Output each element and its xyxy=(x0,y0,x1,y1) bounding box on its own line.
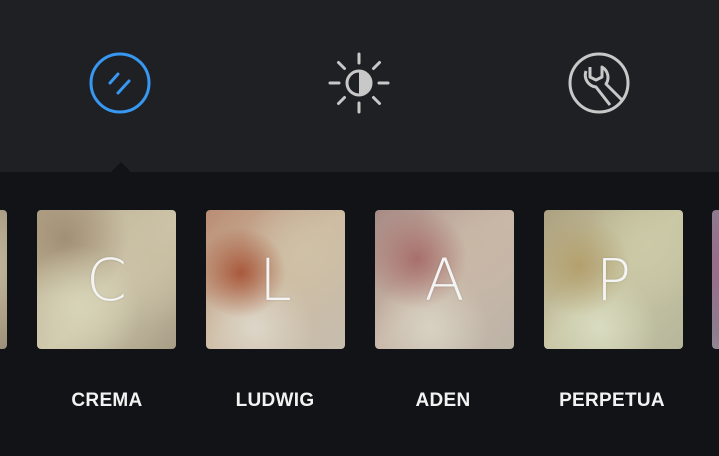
filter-thumbnail-perpetua[interactable]: P xyxy=(544,210,683,349)
filter-label-crema[interactable]: CREMA xyxy=(27,390,187,412)
filter-thumbnail-partial-left[interactable] xyxy=(0,210,7,349)
filter-letter: L xyxy=(259,245,292,314)
filter-thumbnail-ludwig[interactable]: L xyxy=(206,210,345,349)
filter-strip[interactable]: C CREMA L LUDWIG A ADEN P PERPETUA xyxy=(0,172,719,456)
filter-label-aden[interactable]: ADEN xyxy=(363,390,523,412)
lux-tab[interactable] xyxy=(326,50,392,116)
filter-thumbnail-partial-right[interactable] xyxy=(712,210,719,349)
wrench-edit-icon xyxy=(568,52,630,114)
filter-thumbnail-aden[interactable]: A xyxy=(375,210,514,349)
filter-icon xyxy=(89,52,151,114)
edit-tab[interactable] xyxy=(566,50,632,116)
filter-letter: P xyxy=(596,245,631,314)
editor-toolbar xyxy=(0,0,719,173)
filter-letter: A xyxy=(424,245,465,314)
filter-thumbnail-crema[interactable]: C xyxy=(37,210,176,349)
filter-label-perpetua[interactable]: PERPETUA xyxy=(532,390,692,412)
lux-brightness-icon xyxy=(328,52,390,114)
filter-letter: C xyxy=(86,245,127,314)
filter-label-ludwig[interactable]: LUDWIG xyxy=(195,390,355,412)
filter-tab[interactable] xyxy=(87,50,153,116)
